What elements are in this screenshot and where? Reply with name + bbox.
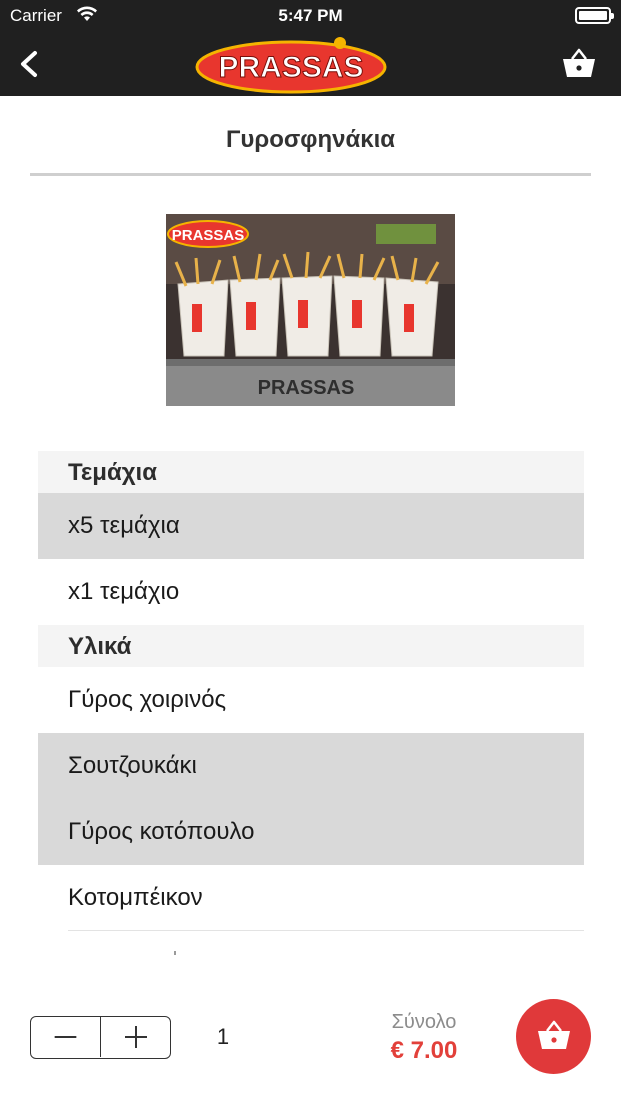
clock: 5:47 PM — [278, 6, 343, 25]
logo-text: PRASSAS — [218, 51, 363, 84]
basket-icon — [538, 1020, 570, 1049]
option-pork-gyro[interactable]: Γύρος χοιρινός — [38, 667, 584, 733]
quantity-stepper[interactable] — [30, 1016, 171, 1059]
scroll-fade-hint — [174, 951, 176, 955]
basket-icon[interactable] — [559, 44, 599, 84]
minus-button[interactable] — [31, 1017, 101, 1057]
back-chevron-icon[interactable] — [10, 42, 50, 86]
plus-button[interactable] — [101, 1017, 171, 1057]
product-image: PRASSAS PRASSAS — [166, 214, 455, 406]
option-chicken-bacon[interactable]: Κοτομπέικον — [68, 865, 584, 931]
prassas-logo: PRASSAS — [195, 37, 387, 94]
total-label: Σύνολο — [391, 1011, 457, 1033]
battery-icon — [575, 7, 614, 24]
image-stand-text: PRASSAS — [258, 377, 355, 399]
options-list: Τεμάχια x5 τεμάχια x1 τεμάχιο Υλικά Γύρο… — [38, 451, 584, 931]
image-logo-text: PRASSAS — [172, 227, 245, 244]
page-title: Γυροσφηνάκια — [225, 126, 396, 153]
total-price: € 7.00 — [390, 1037, 458, 1064]
option-x1-piece[interactable]: x1 τεμάχιο — [38, 559, 584, 625]
section-header-pieces: Τεμάχια — [38, 451, 584, 493]
option-chicken-gyro[interactable]: Γύρος κοτόπουλο — [38, 799, 584, 865]
add-to-cart-button[interactable] — [516, 999, 591, 1074]
option-x5-pieces[interactable]: x5 τεμάχια — [38, 493, 584, 559]
section-header-ingredients: Υλικά — [38, 625, 584, 667]
nav-bar: PRASSAS — [0, 32, 621, 96]
status-bar: Carrier 5:47 PM — [0, 0, 621, 32]
title-divider — [30, 173, 591, 176]
quantity-value: 1 — [216, 1024, 230, 1049]
option-soutzoukaki[interactable]: Σουτζουκάκι — [38, 733, 584, 799]
